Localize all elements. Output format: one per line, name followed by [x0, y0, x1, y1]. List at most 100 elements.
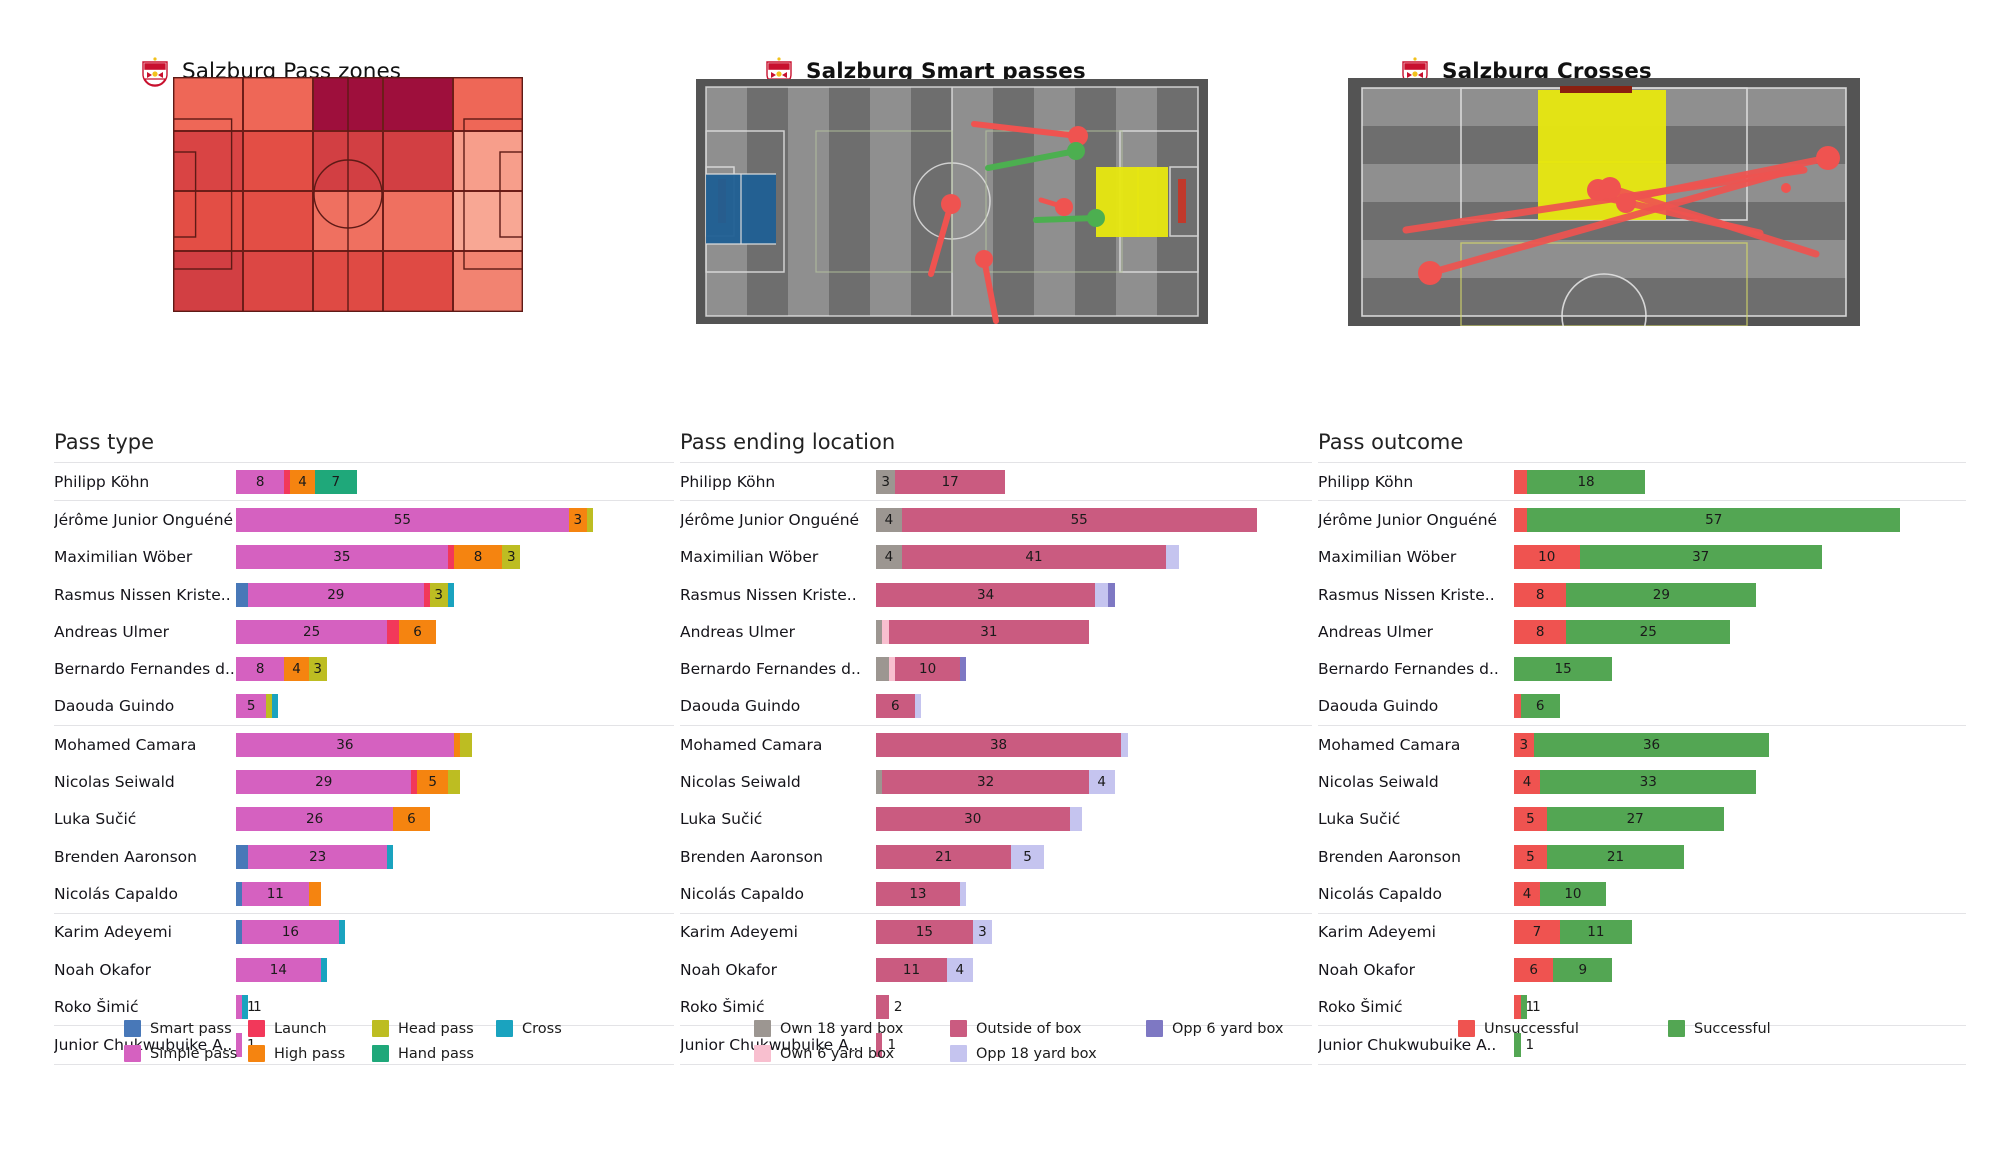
table-row[interactable]: Noah Okafor 6 9 [1318, 951, 1966, 988]
table-row[interactable]: Nicolás Capaldo 11 [54, 875, 674, 912]
bar-segment: 3 [308, 657, 327, 682]
table-row[interactable]: Philipp Köhn 8 4 7 [54, 463, 674, 500]
bar-segment: 4 [1088, 770, 1115, 795]
stacked-bar: 21 5 [876, 844, 1312, 869]
legend-item[interactable]: Successful [1668, 1020, 1878, 1037]
stacked-bar: 16 [236, 920, 674, 945]
table-row[interactable]: Bernardo Fernandes d.. 10 [680, 650, 1312, 687]
table-row[interactable]: Nicolás Capaldo 13 [680, 875, 1312, 912]
stacked-bar: 11 [1514, 994, 1966, 1019]
legend-item[interactable]: Smart pass [124, 1020, 248, 1037]
player-name: Noah Okafor [1318, 960, 1416, 979]
legend-item[interactable]: Launch [248, 1020, 372, 1037]
table-row[interactable]: Rasmus Nissen Kriste.. 8 29 [1318, 576, 1966, 613]
table-row[interactable]: Mohamed Camara 36 [54, 726, 674, 763]
pass-zone-cell [173, 191, 243, 251]
stacked-bar: 29 5 [236, 770, 674, 795]
legend-item[interactable]: Own 6 yard box [754, 1045, 950, 1062]
table-row[interactable]: Karim Adeyemi 15 3 [680, 914, 1312, 951]
table-row[interactable]: Philipp Köhn 3 17 [680, 463, 1312, 500]
bar-segment: 55 [236, 507, 569, 532]
table-row[interactable]: Maximilian Wöber 4 41 [680, 539, 1312, 576]
legend-item[interactable]: Opp 6 yard box [1146, 1020, 1346, 1037]
bar-segment: 4 [876, 545, 902, 570]
table-row[interactable]: Daouda Guindo 5 [54, 688, 674, 725]
stacked-bar: 30 [876, 807, 1312, 832]
table-row[interactable]: Noah Okafor 11 4 [680, 951, 1312, 988]
legend-item[interactable]: Unsuccessful [1458, 1020, 1668, 1037]
table-row[interactable]: Jérôme Junior Onguéné 57 [1318, 501, 1966, 538]
bar-segment: 5 [1011, 844, 1044, 869]
table-row[interactable]: Maximilian Wöber 10 37 [1318, 539, 1966, 576]
table-row[interactable]: Mohamed Camara 3 36 [1318, 726, 1966, 763]
legend-label: Simple pass [150, 1045, 238, 1062]
table-row[interactable]: Luka Sučić 5 27 [1318, 801, 1966, 838]
player-name: Philipp Köhn [1318, 472, 1414, 491]
table-row[interactable]: Karim Adeyemi 16 [54, 914, 674, 951]
table-row[interactable]: Bernardo Fernandes d.. 15 [1318, 650, 1966, 687]
table-row[interactable]: Bernardo Fernandes d.. 8 4 3 [54, 650, 674, 687]
chart-pass-ending-location: Philipp Köhn 3 17 Jérôme Junior Onguéné 4 55 M… [680, 462, 1312, 1065]
table-row[interactable]: Karim Adeyemi 7 11 [1318, 914, 1966, 951]
legend-item[interactable]: High pass [248, 1045, 372, 1062]
bar-segment: 57 [1527, 507, 1901, 532]
bar-segment: 3 [568, 507, 587, 532]
bar-segment: 3 [429, 582, 448, 607]
player-name: Roko Šimić [54, 997, 139, 1016]
pass-zone-cell [173, 77, 243, 131]
table-row[interactable]: Nicolás Capaldo 4 10 [1318, 875, 1966, 912]
player-name: Roko Šimić [680, 997, 765, 1016]
player-group: Karim Adeyemi 7 11 Noah Okafor 6 9 Roko Šimić 1… [1318, 912, 1966, 1026]
table-row[interactable]: Noah Okafor 14 [54, 951, 674, 988]
table-row[interactable]: Rasmus Nissen Kriste.. 29 3 [54, 576, 674, 613]
table-row[interactable]: Daouda Guindo 6 [1318, 688, 1966, 725]
table-row[interactable]: Andreas Ulmer 8 25 [1318, 613, 1966, 650]
stacked-bar: 35 8 3 [236, 545, 674, 570]
table-row[interactable]: Rasmus Nissen Kriste.. 34 [680, 576, 1312, 613]
player-name: Andreas Ulmer [680, 622, 795, 641]
rb-salzburg-crest-icon [138, 54, 172, 88]
stacked-bar: 15 3 [876, 920, 1312, 945]
legend-item[interactable]: Outside of box [950, 1020, 1146, 1037]
bar-segment: 33 [1540, 770, 1757, 795]
stacked-bar: 11 [236, 994, 674, 1019]
legend-item[interactable]: Simple pass [124, 1045, 248, 1062]
bar-segment: 37 [1579, 545, 1822, 570]
legend-label: Opp 18 yard box [976, 1045, 1097, 1062]
goal-line-marker [1560, 86, 1632, 93]
table-row[interactable]: Luka Sučić 30 [680, 801, 1312, 838]
table-row[interactable]: Luka Sučić 26 6 [54, 801, 674, 838]
table-row[interactable]: Nicolas Seiwald 32 4 [680, 763, 1312, 800]
table-row[interactable]: Jérôme Junior Onguéné 4 55 [680, 501, 1312, 538]
player-name: Junior Chukwubuike A.. [1318, 1036, 1497, 1055]
legend-label: Smart pass [150, 1020, 232, 1037]
table-row[interactable]: Brenden Aaronson 23 [54, 838, 674, 875]
pass-zone-cell [383, 251, 453, 312]
bar-segment: 4 [290, 469, 315, 494]
legend-swatch [372, 1020, 389, 1037]
table-row[interactable]: Brenden Aaronson 5 21 [1318, 838, 1966, 875]
pass-zone-cell [173, 251, 243, 312]
legend-item[interactable]: Cross [496, 1020, 620, 1037]
bar-segment: 38 [876, 732, 1122, 757]
legend-item[interactable]: Opp 18 yard box [950, 1045, 1146, 1062]
table-row[interactable]: Nicolas Seiwald 4 33 [1318, 763, 1966, 800]
table-row[interactable]: Andreas Ulmer 25 6 [54, 613, 674, 650]
legend-item[interactable]: Hand pass [372, 1045, 496, 1062]
table-row[interactable]: Daouda Guindo 6 [680, 688, 1312, 725]
table-row[interactable]: Nicolas Seiwald 29 5 [54, 763, 674, 800]
table-row[interactable]: Jérôme Junior Onguéné 55 3 [54, 501, 674, 538]
legend-item[interactable]: Own 18 yard box [754, 1020, 950, 1037]
legend-label: Unsuccessful [1484, 1020, 1579, 1037]
table-row[interactable]: Philipp Köhn 18 [1318, 463, 1966, 500]
legend-pass-type: Smart pass Launch Head pass Cross Simple pas… [124, 1020, 620, 1062]
table-row[interactable]: Andreas Ulmer 31 [680, 613, 1312, 650]
table-row[interactable]: Brenden Aaronson 21 5 [680, 838, 1312, 875]
legend-swatch [248, 1045, 265, 1062]
bar-segment: 3 [972, 920, 993, 945]
legend-item[interactable]: Head pass [372, 1020, 496, 1037]
legend-label: Outside of box [976, 1020, 1082, 1037]
table-row[interactable]: Mohamed Camara 38 [680, 726, 1312, 763]
player-name: Brenden Aaronson [1318, 847, 1461, 866]
table-row[interactable]: Maximilian Wöber 35 8 3 [54, 539, 674, 576]
